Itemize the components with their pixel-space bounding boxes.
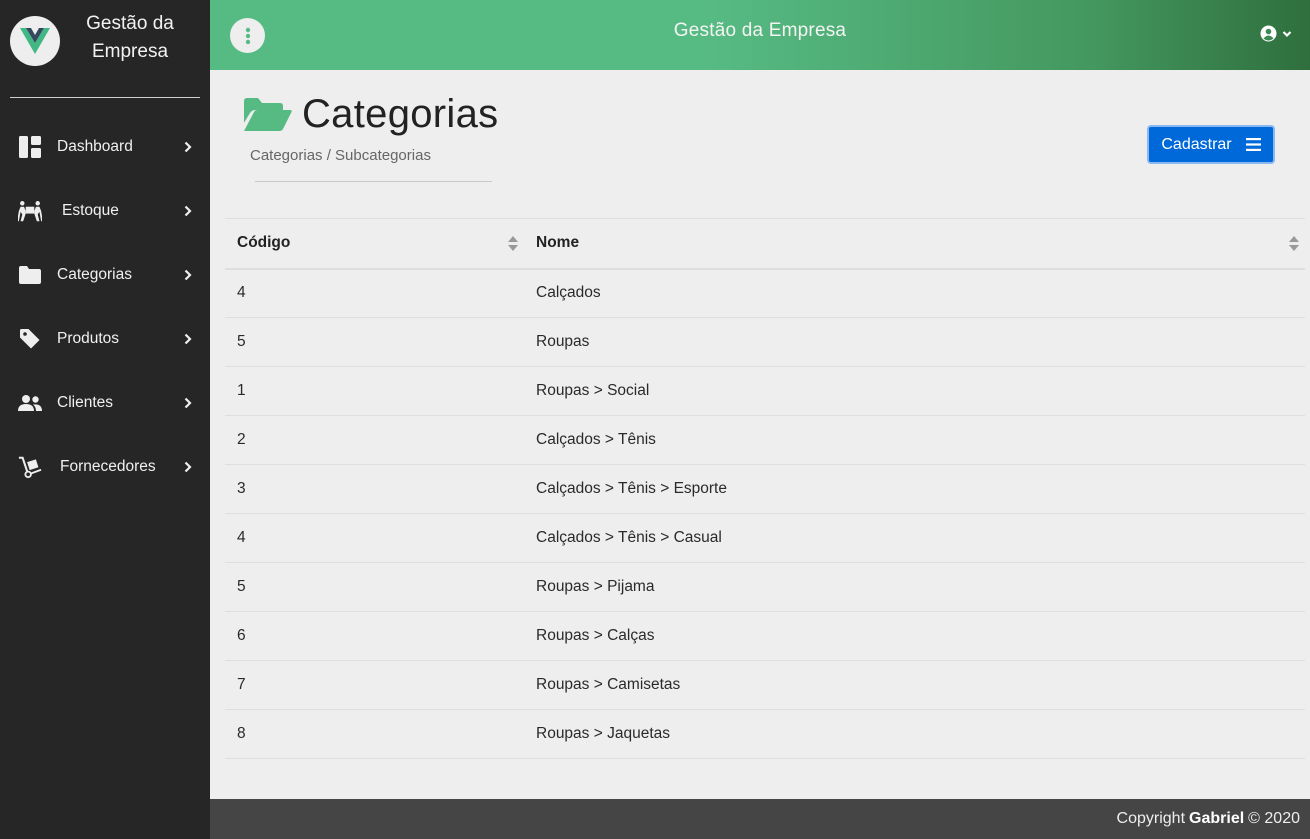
table-header-row: Código Nome <box>225 218 1305 270</box>
main-content: Categorias Categorias / Subcategorias Ca… <box>210 70 1310 799</box>
categories-table-wrapper: Código Nome 4 Calçados 5 Roupas 1 Roupas > … <box>225 218 1305 759</box>
cell-name: Roupas > Jaquetas <box>524 709 1305 759</box>
sidebar-item-estoque[interactable]: Estoque <box>0 179 210 243</box>
register-button[interactable]: Cadastrar <box>1147 125 1275 164</box>
cell-code: 5 <box>225 317 524 367</box>
column-header-label: Nome <box>536 234 580 252</box>
column-header-nome[interactable]: Nome <box>524 218 1305 270</box>
table-row[interactable]: 1 Roupas > Social <box>225 366 1305 416</box>
brand-line-2: Empresa <box>91 41 169 62</box>
people-carry-icon <box>18 199 42 223</box>
footer: Copyright Gabriel © 2020 <box>210 799 1310 839</box>
table-row[interactable]: 4 Calçados <box>225 268 1305 318</box>
dolly-icon <box>18 455 42 479</box>
folder-icon <box>18 263 42 287</box>
page-heading: Categorias Categorias / Subcategorias <box>244 92 498 164</box>
table-row[interactable]: 8 Roupas > Jaquetas <box>225 709 1305 759</box>
tag-icon <box>18 327 42 351</box>
table-row[interactable]: 4 Calçados > Tênis > Casual <box>225 513 1305 563</box>
chevron-right-icon <box>184 460 194 474</box>
cell-code: 6 <box>225 611 524 661</box>
sidebar-nav: Dashboard Estoque Categorias Produtos Cl… <box>0 115 210 499</box>
chevron-down-icon <box>1282 30 1292 37</box>
sidebar-item-label: Categorias <box>57 266 132 283</box>
sidebar: Gestão da Empresa Dashboard Estoque Cate… <box>0 0 210 839</box>
table-row[interactable]: 5 Roupas > Pijama <box>225 562 1305 612</box>
sidebar-item-label: Clientes <box>57 394 113 411</box>
sidebar-item-clientes[interactable]: Clientes <box>0 371 210 435</box>
sidebar-item-label: Produtos <box>57 330 120 347</box>
cell-name: Calçados <box>524 268 1305 318</box>
cell-name: Calçados > Tênis <box>524 415 1305 465</box>
brand-title: Gestão da Empresa <box>60 10 200 66</box>
table-row[interactable]: 6 Roupas > Calças <box>225 611 1305 661</box>
cell-name: Roupas <box>524 317 1305 367</box>
cell-name: Roupas > Pijama <box>524 562 1305 612</box>
cell-code: 4 <box>225 268 524 318</box>
sidebar-item-dashboard[interactable]: Dashboard <box>0 115 210 179</box>
sidebar-item-label: Estoque <box>62 202 119 219</box>
cell-name: Roupas > Camisetas <box>524 660 1305 710</box>
column-header-label: Código <box>237 234 291 252</box>
brand: Gestão da Empresa <box>10 0 200 98</box>
cell-code: 1 <box>225 366 524 416</box>
sort-icon <box>1289 236 1299 251</box>
user-circle-icon <box>1260 25 1277 42</box>
user-menu-button[interactable] <box>1260 25 1292 42</box>
sidebar-item-fornecedores[interactable]: Fornecedores <box>0 435 210 499</box>
cell-code: 7 <box>225 660 524 710</box>
footer-prefix: Copyright <box>1116 810 1186 827</box>
page-title: Categorias <box>302 92 499 136</box>
cell-name: Roupas > Calças <box>524 611 1305 661</box>
cell-code: 5 <box>225 562 524 612</box>
sort-icon <box>508 236 518 251</box>
chevron-right-icon <box>184 140 194 154</box>
column-header-codigo[interactable]: Código <box>225 218 524 270</box>
cell-name: Calçados > Tênis > Casual <box>524 513 1305 563</box>
dashboard-icon <box>18 135 42 159</box>
header-title: Gestão da Empresa <box>673 20 847 41</box>
table-row[interactable]: 2 Calçados > Tênis <box>225 415 1305 465</box>
register-button-label: Cadastrar <box>1161 135 1232 153</box>
chevron-right-icon <box>184 268 194 282</box>
sidebar-item-produtos[interactable]: Produtos <box>0 307 210 371</box>
sidebar-item-label: Dashboard <box>57 138 133 155</box>
breadcrumb: Categorias / Subcategorias <box>250 147 431 164</box>
chevron-right-icon <box>184 396 194 410</box>
users-icon <box>18 391 42 415</box>
title-divider <box>255 181 492 182</box>
top-header: Gestão da Empresa <box>210 0 1310 70</box>
sidebar-item-categorias[interactable]: Categorias <box>0 243 210 307</box>
footer-author: Gabriel <box>1189 810 1245 827</box>
folder-open-icon <box>244 97 292 131</box>
table-row[interactable]: 3 Calçados > Tênis > Esporte <box>225 464 1305 514</box>
table-row[interactable]: 5 Roupas <box>225 317 1305 367</box>
brand-line-1: Gestão da <box>86 13 174 34</box>
cell-code: 8 <box>225 709 524 759</box>
vue-logo-icon[interactable] <box>10 16 60 66</box>
table-row[interactable]: 7 Roupas > Camisetas <box>225 660 1305 710</box>
chevron-right-icon <box>184 204 194 218</box>
cell-code: 3 <box>225 464 524 514</box>
chevron-right-icon <box>184 332 194 346</box>
bars-icon <box>1245 138 1261 151</box>
cell-name: Roupas > Social <box>524 366 1305 416</box>
cell-name: Calçados > Tênis > Esporte <box>524 464 1305 514</box>
sidebar-item-label: Fornecedores <box>60 458 156 475</box>
footer-suffix: © 2020 <box>1248 810 1300 827</box>
cell-code: 2 <box>225 415 524 465</box>
cell-code: 4 <box>225 513 524 563</box>
categories-table: Código Nome 4 Calçados 5 Roupas 1 Roupas > … <box>225 218 1305 759</box>
